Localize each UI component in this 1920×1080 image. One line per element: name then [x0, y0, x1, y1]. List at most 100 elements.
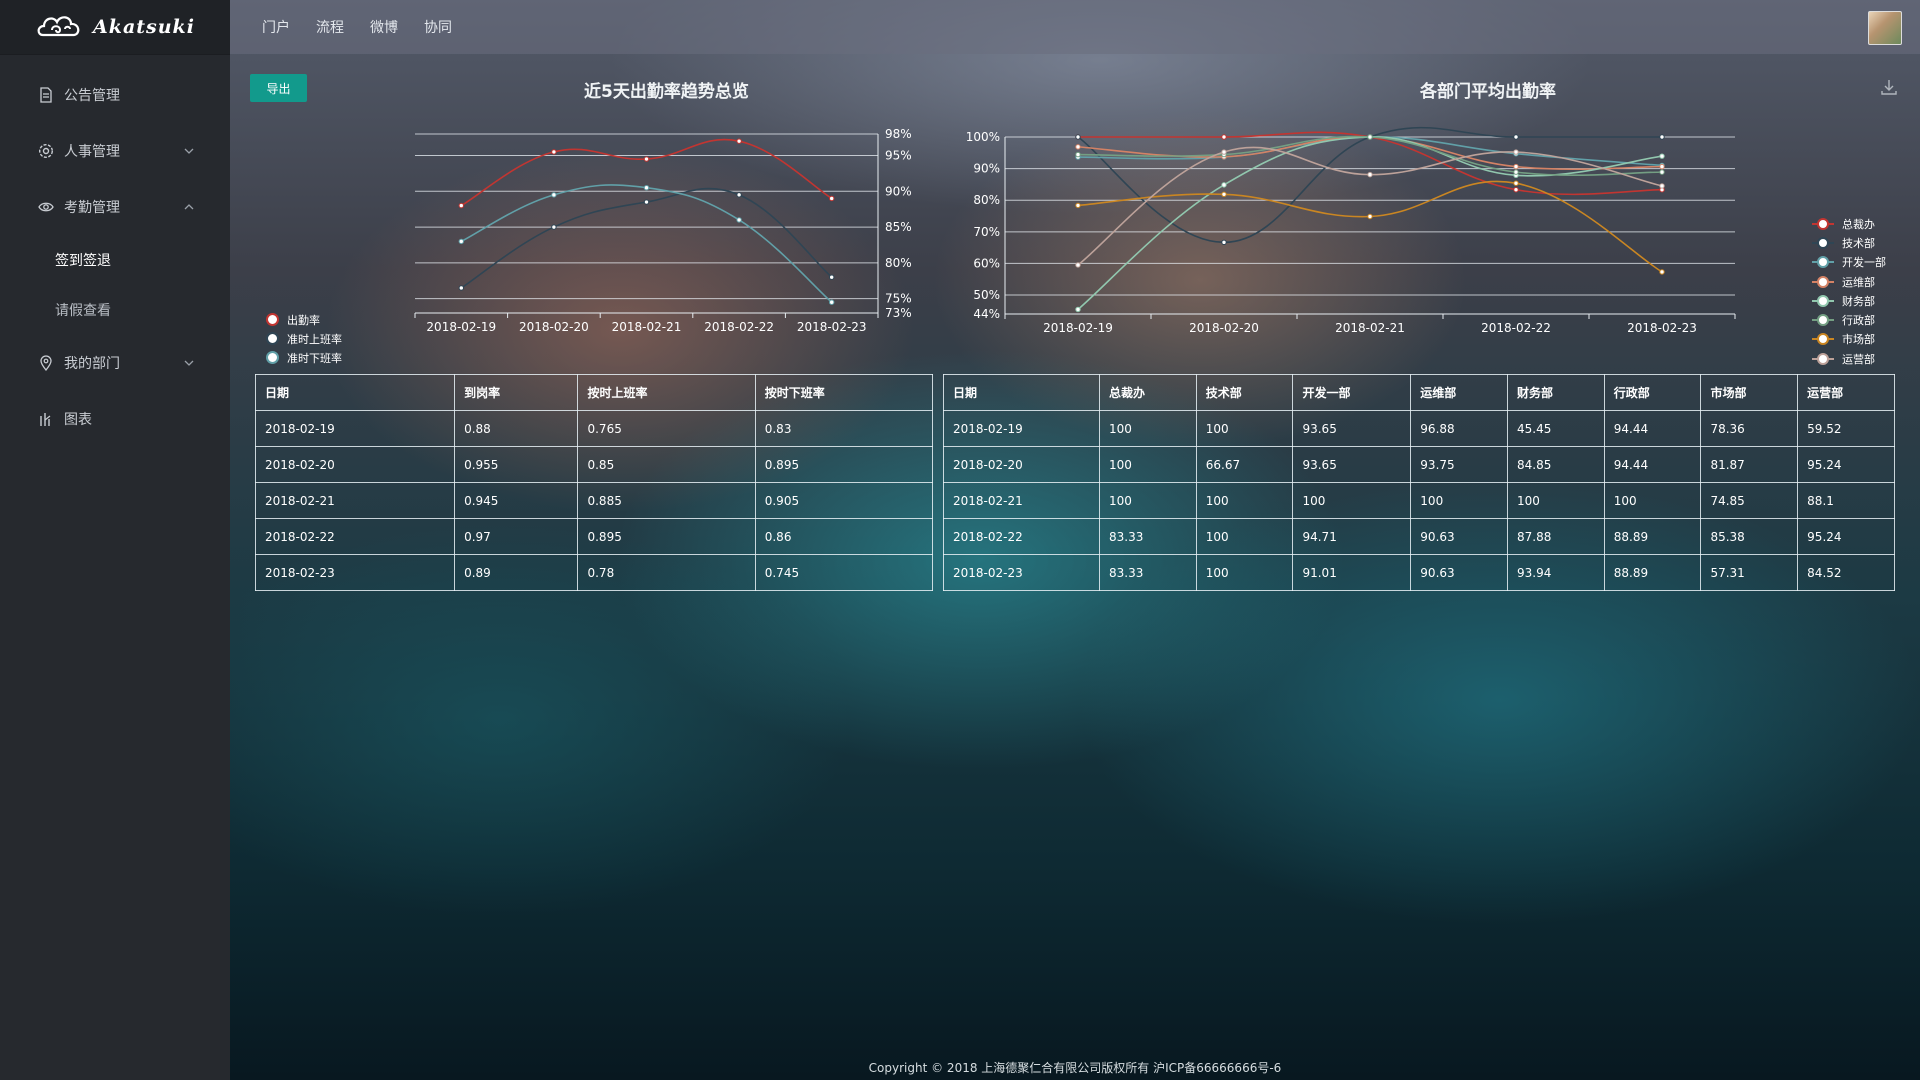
table-cell: 2018-02-19 — [942, 410, 1101, 447]
settings-icon — [38, 143, 54, 159]
table-cell: 2018-02-23 — [942, 554, 1101, 591]
data-point — [1513, 186, 1519, 193]
legend-label: 总裁办 — [1842, 217, 1875, 231]
table-cell: 91.01 — [1292, 554, 1412, 591]
y-tick-label: 98% — [885, 127, 912, 141]
x-tick-label: 2018-02-20 — [1189, 321, 1259, 335]
table-cell: 95.24 — [1797, 518, 1895, 555]
legend-label: 运营部 — [1842, 352, 1875, 366]
sidebar-item-label: 考勤管理 — [64, 200, 120, 216]
x-tick-label: 2018-02-19 — [426, 320, 496, 334]
sidebar-subitem-leave[interactable]: 请假查看 — [0, 285, 230, 335]
y-tick-label: 75% — [885, 292, 912, 306]
legend-label: 市场部 — [1842, 333, 1875, 347]
legend-item[interactable]: 准时下班率 — [266, 348, 342, 367]
table-cell: 0.945 — [454, 482, 579, 519]
table-header-cell: 财务部 — [1507, 374, 1605, 411]
x-tick-label: 2018-02-22 — [1481, 321, 1551, 335]
table-header-cell: 开发一部 — [1292, 374, 1412, 411]
table-cell: 84.52 — [1797, 554, 1895, 591]
legend-item[interactable]: 财务部 — [1812, 291, 1886, 310]
table-header-cell: 市场部 — [1700, 374, 1799, 411]
data-point — [1659, 134, 1665, 140]
data-point — [551, 224, 557, 230]
legend-item[interactable]: 行政部 — [1812, 310, 1886, 329]
department-attendance-chart: 100% 90% 80% 70% 60% 50% 44% 2018-02-19 2018-02-… — [966, 126, 1736, 335]
sidebar-item-charts[interactable]: 图表 — [0, 391, 230, 447]
chart-icon — [40, 413, 51, 426]
table-cell: 96.88 — [1410, 410, 1509, 447]
data-point — [551, 192, 557, 198]
sidebar-item-department[interactable]: 我的部门 — [0, 335, 230, 391]
table-cell: 0.78 — [577, 554, 756, 591]
legend-item[interactable]: 技术部 — [1812, 233, 1886, 252]
series-line — [1077, 136, 1663, 311]
table-cell: 88.1 — [1797, 482, 1895, 519]
table-cell: 0.88 — [454, 410, 579, 447]
top-nav: 门户 流程 微博 协同 — [262, 0, 452, 54]
download-icon[interactable] — [1880, 78, 1898, 96]
y-tick-label: 60% — [973, 256, 1000, 270]
y-tick-label: 80% — [885, 256, 912, 270]
table-header-cell: 日期 — [254, 374, 456, 411]
table-cell: 94.44 — [1603, 410, 1702, 447]
table-cell: 2018-02-21 — [942, 482, 1101, 519]
y-tick-label: 85% — [885, 220, 912, 234]
legend-label: 出勤率 — [287, 313, 320, 327]
data-point — [1075, 202, 1081, 209]
table-cell: 0.765 — [577, 410, 756, 447]
data-point — [643, 199, 650, 205]
data-point — [458, 238, 465, 245]
sidebar-subitem-signin[interactable]: 签到签退 — [0, 235, 230, 285]
left-chart-title: 近5天出勤率趋势总览 — [584, 82, 749, 102]
table-cell: 81.87 — [1700, 446, 1799, 483]
data-point — [1659, 163, 1665, 170]
nav-collaboration[interactable]: 协同 — [424, 17, 452, 37]
sidebar-item-label: 图表 — [64, 412, 92, 428]
data-point — [1513, 180, 1519, 186]
user-avatar[interactable] — [1868, 11, 1902, 45]
legend-item[interactable]: 开发一部 — [1812, 253, 1886, 272]
legend-item[interactable]: 准时上班率 — [266, 329, 342, 348]
nav-portal[interactable]: 门户 — [262, 17, 290, 37]
table-cell: 0.97 — [454, 518, 579, 555]
sidebar-item-hr[interactable]: 人事管理 — [0, 123, 230, 179]
data-point — [1513, 163, 1519, 170]
table-row: 2018-02-22 0.97 0.895 0.86 — [254, 518, 934, 555]
nav-workflow[interactable]: 流程 — [316, 17, 344, 37]
left-chart-legend: 出勤率 准时上班率 准时下班率 — [266, 310, 342, 367]
table-cell: 100 — [1099, 410, 1197, 447]
table-cell: 93.65 — [1292, 410, 1412, 447]
sidebar-item-announcements[interactable]: 公告管理 — [0, 67, 230, 123]
data-point — [829, 195, 835, 202]
data-point — [736, 217, 742, 223]
data-point — [1659, 169, 1665, 175]
legend-item[interactable]: 总裁办 — [1812, 214, 1886, 233]
table-cell: 0.89 — [454, 554, 579, 591]
table-cell: 66.67 — [1195, 446, 1294, 483]
legend-item[interactable]: 出勤率 — [266, 310, 342, 329]
data-point — [1075, 262, 1081, 268]
export-button[interactable]: 导出 — [250, 74, 307, 102]
legend-item[interactable]: 运维部 — [1812, 272, 1886, 291]
table-cell: 2018-02-23 — [254, 554, 456, 591]
logo[interactable]: Akatsuki — [0, 0, 230, 55]
table-header-cell: 行政部 — [1603, 374, 1702, 411]
series-line — [1077, 136, 1663, 171]
table-header-cell: 技术部 — [1195, 374, 1294, 411]
table-cell: 85.38 — [1700, 518, 1799, 555]
table-row: 2018-02-21 0.945 0.885 0.905 — [254, 482, 934, 519]
table-cell: 100 — [1099, 446, 1197, 483]
sidebar-item-attendance[interactable]: 考勤管理 — [0, 179, 230, 235]
legend-item[interactable]: 市场部 — [1812, 330, 1886, 349]
legend-label: 财务部 — [1842, 294, 1875, 308]
table-cell: 93.94 — [1507, 554, 1605, 591]
table-row: 2018-02-23 0.89 0.78 0.745 — [254, 554, 934, 591]
table-cell: 100 — [1195, 554, 1294, 591]
nav-weibo[interactable]: 微博 — [370, 17, 398, 37]
top-bar: 门户 流程 微博 协同 — [230, 0, 1920, 54]
x-tick-label: 2018-02-20 — [519, 320, 589, 334]
table-cell: 100 — [1603, 482, 1702, 519]
table-cell: 95.24 — [1797, 446, 1895, 483]
legend-item[interactable]: 运营部 — [1812, 349, 1886, 368]
